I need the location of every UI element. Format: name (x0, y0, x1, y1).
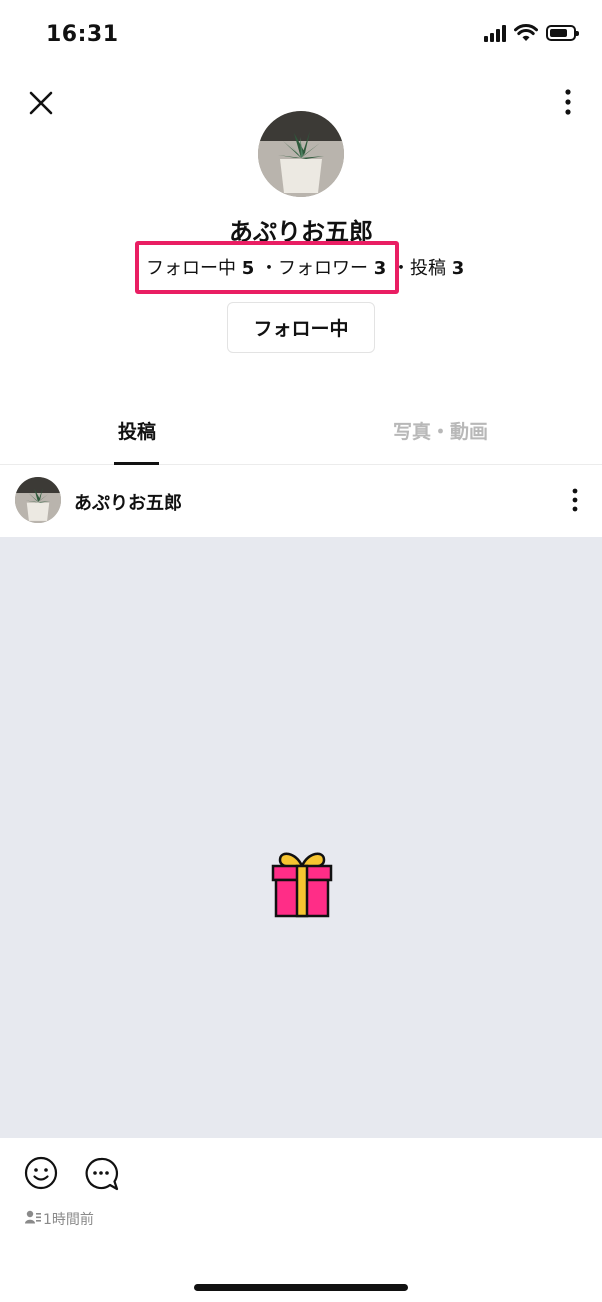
profile-avatar[interactable] (258, 111, 344, 197)
close-button[interactable] (26, 88, 56, 118)
post-more-button[interactable] (570, 488, 580, 514)
wifi-icon (514, 24, 538, 41)
status-time: 16:31 (46, 22, 119, 47)
gift-icon (271, 852, 333, 918)
cellular-signal-icon (484, 24, 506, 42)
active-tab-indicator (114, 462, 159, 465)
status-icons (484, 24, 579, 42)
home-indicator[interactable] (194, 1284, 408, 1291)
post-timestamp: 1時間前 (43, 1212, 94, 1228)
close-icon (29, 91, 53, 115)
reaction-button[interactable] (24, 1156, 58, 1190)
more-options-button[interactable] (562, 88, 574, 118)
post-author-avatar[interactable] (15, 477, 61, 523)
post-author-name[interactable]: あぷりお五郎 (74, 489, 182, 515)
posts-count: 3 (451, 258, 465, 279)
following-button[interactable]: フォロー中 (227, 302, 375, 353)
battery-icon (546, 25, 579, 41)
posts-label: ・投稿 (392, 258, 446, 279)
profile-tabs: 投稿 写真・動画 (0, 405, 602, 465)
highlight-annotation-box (135, 241, 399, 294)
tab-posts[interactable]: 投稿 (118, 417, 156, 444)
friends-visibility-icon (25, 1210, 41, 1224)
post-media[interactable] (0, 537, 602, 1138)
more-vertical-icon (565, 89, 571, 115)
tab-photos-videos[interactable]: 写真・動画 (393, 417, 488, 444)
comment-bubble-icon (85, 1157, 119, 1191)
succulent-plant-avatar-image (15, 477, 61, 523)
profile-screen: 16:31 あぷりお五郎 フォロー中 5 ・フォロワー 3 ・投稿 3 フォロー… (0, 0, 602, 1302)
smiley-icon (24, 1156, 58, 1190)
succulent-plant-avatar-image (258, 111, 344, 197)
more-vertical-icon (572, 488, 578, 512)
battery-level (550, 29, 567, 37)
comment-button[interactable] (84, 1156, 120, 1192)
